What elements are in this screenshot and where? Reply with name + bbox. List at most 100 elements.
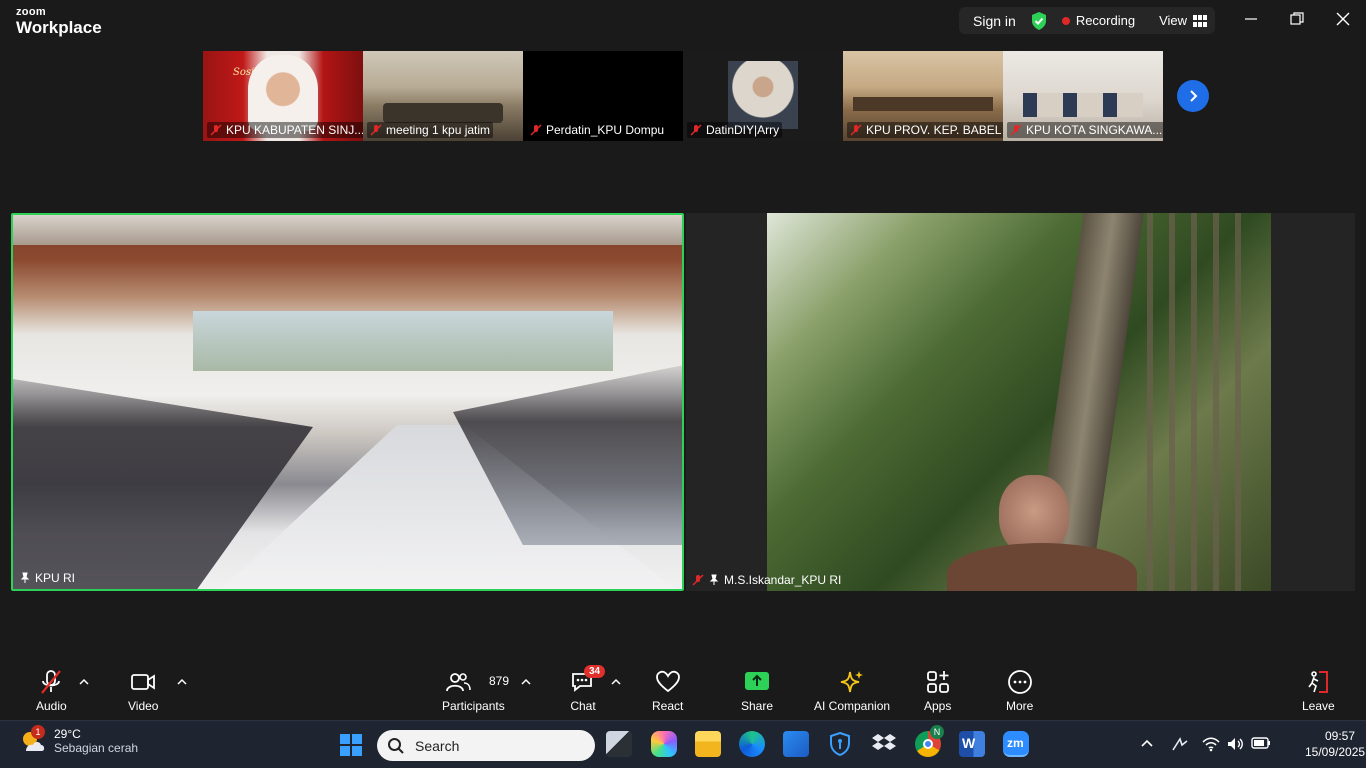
weather-temperature: 29°C [54, 727, 81, 741]
location-icon[interactable] [1170, 736, 1190, 754]
edge-browser-icon[interactable] [739, 731, 765, 757]
participant-label: KPU KOTA SINGKAWA... [1007, 122, 1163, 138]
participant-name: Perdatin_KPU Dompu [546, 123, 665, 137]
seated-participants [1023, 93, 1143, 117]
chevron-up-icon[interactable] [177, 677, 187, 685]
leave-door-icon [1308, 671, 1329, 693]
leave-button[interactable]: Leave [1302, 669, 1335, 713]
heart-icon [655, 670, 680, 693]
recording-dot-icon [1061, 16, 1070, 25]
react-label: React [652, 699, 684, 713]
audio-button[interactable]: Audio [36, 669, 67, 713]
apps-icon [926, 671, 949, 693]
zoom-app-icon[interactable]: zm [1003, 731, 1029, 757]
participant-label: KPU KABUPATEN SINJ... [207, 122, 363, 138]
close-icon[interactable] [1335, 11, 1351, 27]
participant-thumbnail[interactable]: Sosialisasi KPU KABUPATEN SINJ... [203, 51, 363, 141]
video-tile[interactable]: M.S.Iskandar_KPU RI [686, 213, 1355, 591]
participant-thumbnail[interactable]: DatinDIY|Arry [683, 51, 843, 141]
participant-thumbnail[interactable]: Perdatin_KPU Dompu [523, 51, 683, 141]
chat-label: Chat [570, 699, 596, 713]
participant-name: KPU PROV. KEP. BABEL [866, 123, 1002, 137]
battery-icon[interactable] [1251, 736, 1271, 750]
windows-start-icon[interactable] [339, 733, 363, 757]
person-shoulders [947, 543, 1137, 591]
recording-indicator[interactable]: Recording [1076, 13, 1135, 28]
restore-icon[interactable] [1289, 11, 1305, 27]
taskbar-search[interactable]: Search [377, 730, 595, 761]
weather-condition: Sebagian cerah [54, 741, 139, 756]
top-controls: Sign in Recording View [959, 7, 1215, 34]
muted-mic-icon [1010, 124, 1022, 136]
view-button[interactable]: View [1159, 13, 1187, 28]
participant-face [248, 55, 318, 131]
next-page-button[interactable] [1177, 80, 1209, 112]
chevron-up-icon[interactable] [1140, 736, 1154, 750]
ceiling [13, 215, 682, 245]
weather-widget[interactable]: 1 29°C Sebagian cerah [18, 725, 139, 756]
windows-taskbar: 1 29°C Sebagian cerah Search N W zm 09:5… [0, 720, 1366, 768]
task-view-icon[interactable] [606, 731, 632, 757]
microphone-muted-icon [41, 670, 62, 694]
more-button[interactable]: More [1006, 669, 1033, 713]
chevron-right-icon [1190, 90, 1198, 102]
chat-unread-badge: 34 [584, 665, 606, 678]
search-icon [388, 737, 404, 754]
window [193, 311, 613, 371]
video-tile-active[interactable]: KPU RI [11, 213, 684, 591]
muted-mic-icon [530, 124, 542, 136]
clock-date: 15/09/2025 [1305, 745, 1366, 760]
video-button[interactable]: Video [128, 669, 158, 713]
participant-thumbnail[interactable]: KPU KOTA SINGKAWA... [1003, 51, 1163, 141]
leave-label: Leave [1302, 699, 1335, 713]
share-label: Share [741, 699, 774, 713]
volume-icon[interactable] [1226, 736, 1244, 752]
video-label: Video [128, 699, 159, 713]
video-camera-icon [131, 674, 156, 690]
participant-label: Perdatin_KPU Dompu [527, 122, 668, 138]
security-shield-icon[interactable] [1030, 11, 1048, 31]
minimize-icon[interactable] [1243, 11, 1259, 27]
zoom-workplace-logo: zoom Workplace [16, 7, 102, 37]
chevron-up-icon[interactable] [611, 677, 621, 685]
copilot-icon[interactable] [651, 731, 677, 757]
tree-vines [1147, 213, 1257, 591]
ai-companion-label: AI Companion [814, 699, 891, 713]
word-icon[interactable]: W [959, 731, 985, 757]
chrome-browser-icon[interactable]: N [915, 725, 944, 757]
react-button[interactable]: React [652, 669, 683, 713]
share-button[interactable]: Share [741, 669, 773, 713]
participant-thumbnail[interactable]: KPU PROV. KEP. BABEL [843, 51, 1003, 141]
participant-label: DatinDIY|Arry [687, 122, 783, 138]
participant-thumbnail[interactable]: meeting 1 kpu jatim [363, 51, 523, 141]
microsoft-store-icon[interactable] [783, 731, 809, 757]
participant-video-feed [767, 213, 1271, 591]
sign-in-button[interactable]: Sign in [959, 13, 1030, 29]
ai-companion-button[interactable]: AI Companion [814, 669, 890, 713]
chat-button[interactable]: 34 Chat [570, 665, 606, 713]
chevron-up-icon[interactable] [79, 677, 89, 685]
weather-badge: 1 [31, 725, 45, 739]
participants-icon [446, 673, 472, 692]
pin-icon [709, 574, 719, 585]
security-shield-app-icon[interactable] [827, 731, 853, 757]
participant-name: KPU RI [35, 571, 76, 585]
dropbox-icon[interactable] [871, 731, 897, 757]
more-icon [1007, 670, 1032, 694]
chevron-up-icon[interactable] [521, 677, 531, 685]
participant-name: M.S.Iskandar_KPU RI [724, 573, 842, 587]
participant-label: meeting 1 kpu jatim [367, 122, 494, 138]
grid-view-icon[interactable] [1193, 14, 1208, 27]
system-clock[interactable]: 09:57 15/09/2025 [1305, 728, 1366, 760]
muted-mic-icon [370, 124, 382, 136]
title-bar: zoom Workplace Sign in Recording View [0, 0, 1366, 42]
sparkle-icon [840, 671, 864, 693]
chrome-profile-badge: N [930, 725, 944, 739]
participant-count: 879 [489, 674, 510, 688]
apps-button[interactable]: Apps [924, 669, 951, 713]
file-explorer-icon[interactable] [695, 731, 721, 757]
meeting-room-table [383, 103, 503, 123]
participant-name: KPU KOTA SINGKAWA... [1026, 123, 1163, 137]
participant-name: KPU KABUPATEN SINJ... [226, 123, 363, 137]
wifi-icon[interactable] [1202, 736, 1220, 752]
